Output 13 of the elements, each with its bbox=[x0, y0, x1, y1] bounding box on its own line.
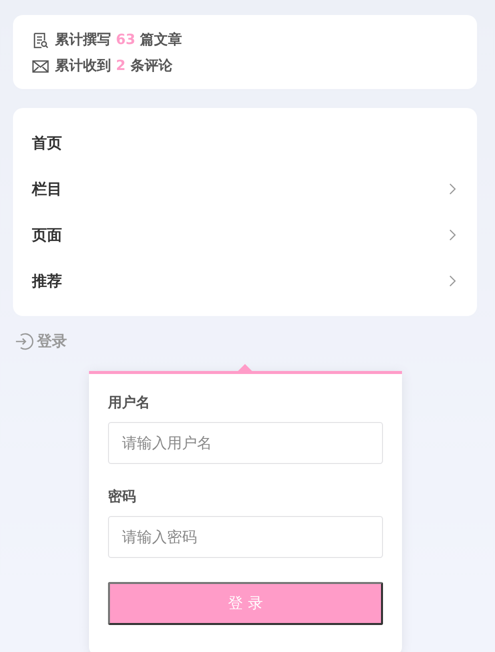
document-icon bbox=[32, 32, 49, 48]
envelope-icon bbox=[32, 58, 49, 74]
input-field[interactable]: 请输入密码 bbox=[108, 516, 383, 558]
nav-item[interactable]: 推荐 bbox=[13, 258, 477, 304]
field-label: 用户名 bbox=[108, 394, 150, 412]
nav-item[interactable]: 页面 bbox=[13, 212, 477, 258]
field-label: 密码 bbox=[108, 488, 136, 506]
nav-item[interactable]: 栏目 bbox=[13, 166, 477, 212]
login-icon bbox=[15, 332, 34, 351]
nav-item[interactable]: 首页 bbox=[13, 120, 477, 166]
input-field[interactable]: 请输入用户名 bbox=[108, 422, 383, 464]
stat-text: 累计撰写 63 篇文章 bbox=[55, 31, 182, 49]
stat-text: 累计收到 2 条评论 bbox=[55, 57, 172, 75]
